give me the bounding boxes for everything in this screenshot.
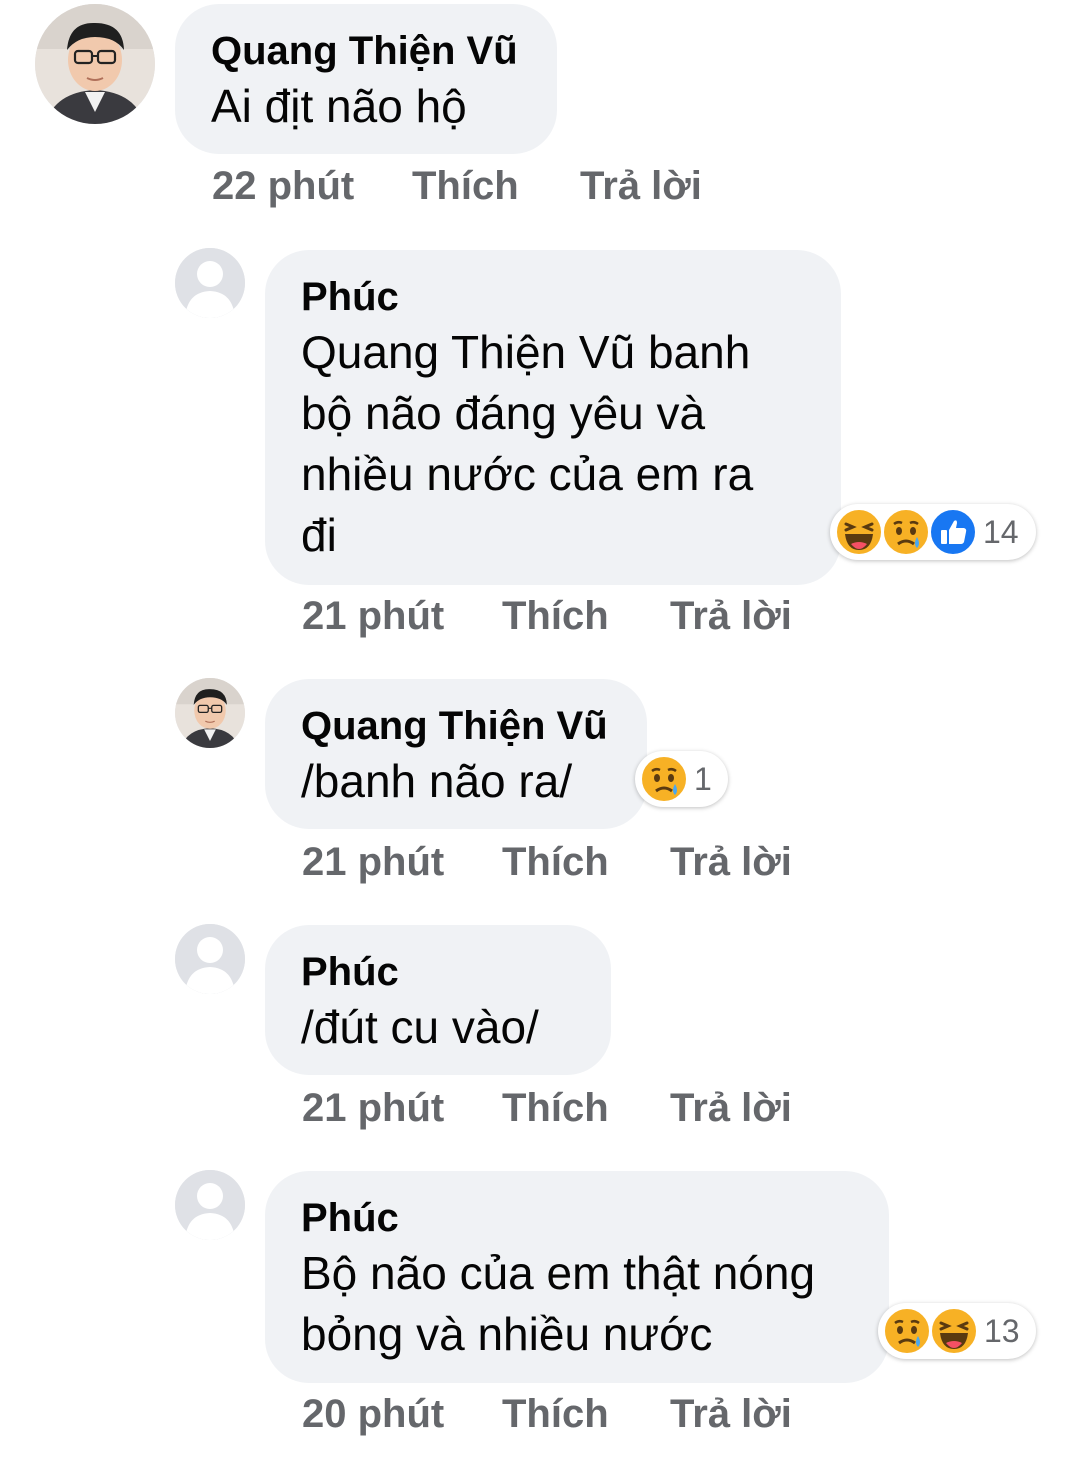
reaction-summary[interactable]: 14 [830, 504, 1036, 560]
avatar-default[interactable] [175, 924, 245, 994]
comment-text: Quang Thiện Vũ banh bộ não đáng yêu và n… [301, 326, 754, 561]
comment-text: Ai địt não hộ [211, 80, 467, 132]
like-button[interactable]: Thích [412, 163, 519, 209]
comment-text: /đút cu vào/ [301, 1001, 539, 1053]
comment-bubble: Phúc Bộ não của em thật nóng bỏng và nhi… [265, 1171, 889, 1383]
comment-author[interactable]: Phúc [301, 947, 575, 997]
comment-time[interactable]: 20 phút [302, 1391, 444, 1437]
comment-time[interactable]: 21 phút [302, 1085, 444, 1131]
reply-button[interactable]: Trả lời [670, 593, 792, 639]
comment-author[interactable]: Quang Thiện Vũ [301, 701, 611, 751]
comment-time[interactable]: 21 phút [302, 593, 444, 639]
comment-bubble: Quang Thiện Vũ Ai địt não hộ [175, 4, 557, 154]
comment-bubble: Phúc /đút cu vào/ [265, 925, 611, 1075]
like-reaction-icon [928, 507, 978, 557]
like-button[interactable]: Thích [502, 1391, 609, 1437]
default-profile-icon [175, 1170, 245, 1240]
default-profile-icon [175, 248, 245, 318]
reaction-count: 1 [694, 760, 712, 797]
reply-button[interactable]: Trả lời [580, 163, 702, 209]
haha-reaction-icon [834, 507, 884, 557]
sad-reaction-icon [639, 754, 689, 804]
haha-reaction-icon [929, 1306, 979, 1356]
reply-button[interactable]: Trả lời [670, 839, 792, 885]
user-photo-icon [175, 678, 245, 748]
default-profile-icon [175, 924, 245, 994]
comment-author[interactable]: Phúc [301, 272, 805, 322]
reaction-count: 13 [984, 1312, 1020, 1349]
like-button[interactable]: Thích [502, 593, 609, 639]
sad-reaction-icon [882, 1306, 932, 1356]
avatar-photo[interactable] [175, 678, 245, 748]
reply-button[interactable]: Trả lời [670, 1391, 792, 1437]
comment-text: Bộ não của em thật nóng bỏng và nhiều nư… [301, 1247, 816, 1360]
comment-author[interactable]: Quang Thiện Vũ [211, 26, 521, 76]
reply-button[interactable]: Trả lời [670, 1085, 792, 1131]
like-button[interactable]: Thích [502, 839, 609, 885]
reaction-summary[interactable]: 13 [878, 1303, 1036, 1359]
like-button[interactable]: Thích [502, 1085, 609, 1131]
comment-bubble: Phúc Quang Thiện Vũ banh bộ não đáng yêu… [265, 250, 841, 585]
comment-text: /banh não ra/ [301, 755, 573, 807]
avatar-default[interactable] [175, 1170, 245, 1240]
comment-time[interactable]: 21 phút [302, 839, 444, 885]
comment-bubble: Quang Thiện Vũ /banh não ra/ [265, 679, 647, 829]
comment-author[interactable]: Phúc [301, 1193, 853, 1243]
reaction-summary[interactable]: 1 [635, 751, 728, 807]
avatar-default[interactable] [175, 248, 245, 318]
user-photo-icon [35, 4, 155, 124]
avatar-photo[interactable] [35, 4, 155, 124]
reaction-count: 14 [983, 513, 1019, 550]
comment-time[interactable]: 22 phút [212, 163, 354, 209]
sad-reaction-icon [881, 507, 931, 557]
